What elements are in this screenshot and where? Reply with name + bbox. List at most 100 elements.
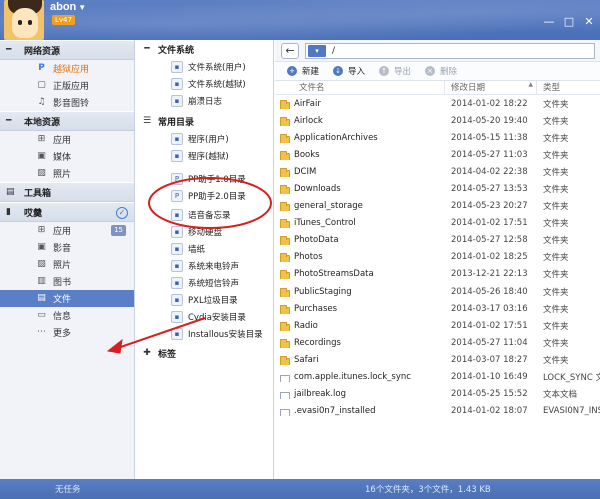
tree-section-tags[interactable]: ✚ 标签 [136,344,273,362]
modified-date-cell: 2014-05-26 18:40 [451,286,528,297]
modified-date-cell: 2014-05-27 11:03 [451,149,528,160]
sidebar-item-device-apps[interactable]: ⊞ 应用 15 [0,222,134,239]
task-status[interactable]: 无任务 [55,483,81,495]
table-row[interactable]: .evasi0n7_installed 2014-01-02 18:07 EVASI… [275,403,600,420]
folder-icon: ▪ [171,294,183,306]
file-name-cell: PublicStaging [275,287,445,297]
minus-icon: ━ [6,45,12,55]
sidebar-item-local-photos[interactable]: ▨ 照片 [0,165,134,182]
new-button[interactable]: + 新建 [287,65,319,77]
table-row[interactable]: DCIM 2014-04-02 22:38 文件夹 [275,163,600,180]
sidebar-item-device-books[interactable]: ▥ 图书 [0,273,134,290]
table-row[interactable]: PhotoData 2014-05-27 12:58 文件夹 [275,232,600,249]
tree-item[interactable]: ▪ Installous安装目录 [136,325,273,342]
avatar[interactable] [4,0,44,40]
tree-item[interactable]: ▪ PXL垃圾目录 [136,291,273,308]
table-row[interactable]: PublicStaging 2014-05-26 18:40 文件夹 [275,283,600,300]
table-row[interactable]: Downloads 2014-05-27 13:53 文件夹 [275,180,600,197]
sidebar-item-media-ringtones[interactable]: ♫ 影音图铃 [0,94,134,111]
file-toolbar: + 新建 ↓ 导入 ↑ 导出 × 删除 [275,62,600,81]
file-name: DCIM [294,166,317,177]
tree-section-common-dirs[interactable]: ☰ 常用目录 [136,112,273,130]
tree-item[interactable]: ▪ 崩溃日志 [136,92,273,109]
modified-date-cell: 2014-01-10 16:49 [451,372,528,383]
delete-button[interactable]: × 删除 [425,65,457,77]
tree-item[interactable]: ▪ 文件系统(用户) [136,58,273,75]
file-type-cell: 文件夹 [543,202,569,213]
sidebar-item-jailbreak-apps[interactable]: P 越狱应用 [0,60,134,77]
file-name-cell: general_storage [275,201,445,212]
table-row[interactable]: Safari 2014-03-07 18:27 文件夹 [275,351,600,368]
group-title: 工具箱 [24,188,52,199]
file-type-cell: 文件夹 [543,338,569,349]
sidebar-item-device-more[interactable]: ⋯ 更多 [0,324,134,341]
file-name: Books [294,149,320,160]
group-network-resources[interactable]: ━ 网络资源 [0,40,134,60]
table-row[interactable]: jailbreak.log 2014-05-25 15:52 文本文档 [275,386,600,403]
table-row[interactable]: Photos 2014-01-02 18:25 文件夹 [275,249,600,266]
table-row[interactable]: Recordings 2014-05-27 11:04 文件夹 [275,334,600,351]
tree-section-filesystem[interactable]: ━ 文件系统 [136,40,273,58]
tree-item[interactable]: ▪ 系统来电铃声 [136,257,273,274]
file-type-cell: 文件夹 [543,150,569,161]
import-button[interactable]: ↓ 导入 [333,65,365,77]
tree-item[interactable]: ▪ 移动硬盘 [136,223,273,240]
tree-item[interactable]: ▪ 系统短信铃声 [136,274,273,291]
sidebar-item-device-media[interactable]: ▣ 影音 [0,239,134,256]
file-name-cell: DCIM [275,167,445,177]
table-row[interactable]: PhotoStreamsData 2013-12-21 22:13 文件夹 [275,266,600,283]
grid-icon: ⊞ [37,134,46,144]
export-button[interactable]: ↑ 导出 [379,65,411,77]
close-button[interactable]: ✕ [580,14,598,30]
folder-icon: ▪ [171,311,183,323]
table-row[interactable]: Books 2014-05-27 11:03 文件夹 [275,146,600,163]
folder-icon [280,133,290,143]
file-type-cell: 文件夹 [543,185,569,196]
table-row[interactable]: ApplicationArchives 2014-05-15 11:38 文件夹 [275,129,600,146]
table-row[interactable]: general_storage 2014-05-23 20:27 文件夹 [275,198,600,215]
table-row[interactable]: iTunes_Control 2014-01-02 17:51 文件夹 [275,215,600,232]
column-header-type[interactable]: 类型 [537,81,600,95]
plus-icon: ✚ [143,348,151,358]
tree-item[interactable]: ▪ 语音备忘录 [136,206,273,223]
column-header-date[interactable]: 修改日期 ▲ [445,80,537,95]
path-box[interactable]: ▾ / [305,42,595,59]
sidebar-item-local-apps[interactable]: ⊞ 应用 [0,131,134,148]
sidebar-item-local-media[interactable]: ▣ 媒体 [0,148,134,165]
tree-item[interactable]: ▪ Cydia安装目录 [136,308,273,325]
column-header-name[interactable]: 文件名 [275,80,445,95]
table-row[interactable]: Purchases 2014-03-17 03:16 文件夹 [275,300,600,317]
sidebar-item-device-files[interactable]: ▤ 文件 [0,290,134,307]
group-toolbox[interactable]: ▤ 工具箱 [0,182,134,202]
sidebar-item-device-photos[interactable]: ▨ 照片 [0,256,134,273]
group-local-resources[interactable]: ━ 本地资源 [0,111,134,131]
tree-item[interactable]: ▪ 文件系统(越狱) [136,75,273,92]
maximize-button[interactable]: □ [560,14,578,30]
folder-icon [280,270,290,280]
tree-item[interactable]: ▪ 程序(用户) [136,130,273,147]
tree-item[interactable]: ▪ 程序(越狱) [136,147,273,164]
modified-date-cell: 2014-01-02 17:51 [451,320,528,331]
tree-item[interactable]: ▪ 墙纸 [136,240,273,257]
sidebar-item-official-apps[interactable]: ▢ 正版应用 [0,77,134,94]
back-button[interactable]: ← [281,42,299,59]
tree-item[interactable]: P PP助手1.0目录 [136,170,273,187]
minimize-button[interactable]: — [540,14,558,30]
table-row[interactable]: AirFair 2014-01-02 18:22 文件夹 [275,95,600,112]
file-name-cell: iTunes_Control [275,218,445,229]
group-title: 网络资源 [24,46,61,57]
table-row[interactable]: Airlock 2014-05-20 19:40 文件夹 [275,112,600,129]
group-device[interactable]: ▮ 哎羹 ✓ [0,202,134,222]
tree-item[interactable]: P PP助手2.0目录 [136,187,273,204]
file-type-cell: 文件夹 [543,116,569,127]
table-row[interactable]: com.apple.itunes.lock_sync 2014-01-10 16:… [275,369,600,386]
book-icon: ▥ [37,276,46,286]
username-menu[interactable]: abon ▼ [50,1,86,13]
folder-icon: ▪ [171,78,183,90]
sidebar-item-device-messages[interactable]: ▭ 信息 [0,307,134,324]
file-name-cell: ApplicationArchives [275,133,445,143]
pp-icon: P [38,63,45,73]
drive-dropdown-icon[interactable]: ▾ [308,44,326,57]
table-row[interactable]: Radio 2014-01-02 17:51 文件夹 [275,317,600,334]
media-icon: ▣ [37,242,46,252]
